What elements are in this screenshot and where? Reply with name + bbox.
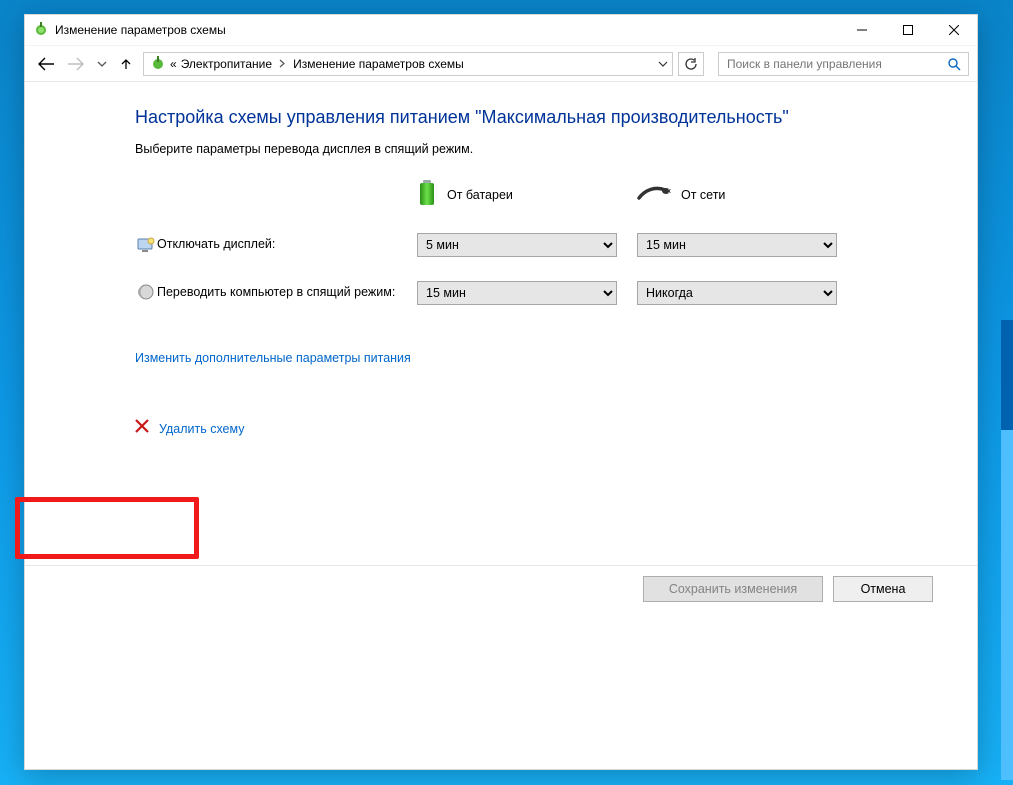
up-button[interactable] [119,57,133,71]
control-panel-window: Изменение параметров схемы [24,14,978,770]
battery-icon [417,180,437,209]
search-input[interactable] [719,57,940,71]
close-button[interactable] [931,15,977,45]
row-display-off-label: Отключать дисплей: [157,233,417,251]
breadcrumb-item-edit-plan[interactable]: Изменение параметров схемы [293,57,464,71]
recent-locations-button[interactable] [97,59,107,69]
page-heading: Настройка схемы управления питанием "Мак… [135,107,933,128]
search-box[interactable] [718,52,969,76]
page-subheading: Выберите параметры перевода дисплея в сп… [135,142,933,156]
save-button[interactable]: Сохранить изменения [643,576,823,602]
display-off-battery-select[interactable]: 5 мин [417,233,617,257]
address-bar[interactable]: « Электропитание Изменение параметров сх… [143,52,673,76]
forward-button[interactable] [67,57,85,71]
refresh-button[interactable] [678,52,704,76]
delete-icon [135,419,149,438]
moon-icon [135,281,157,300]
col-battery-label: От батареи [447,188,513,202]
minimize-button[interactable] [839,15,885,45]
monitor-icon [135,233,157,254]
row-sleep-label: Переводить компьютер в спящий режим: [157,281,417,299]
breadcrumb-item-power[interactable]: Электропитание [181,57,272,71]
navbar: « Электропитание Изменение параметров сх… [25,45,977,81]
chevron-right-icon[interactable] [279,57,286,71]
advanced-settings-link[interactable]: Изменить дополнительные параметры питани… [135,351,411,365]
titlebar: Изменение параметров схемы [25,15,977,45]
cancel-button[interactable]: Отмена [833,576,933,602]
search-icon[interactable] [940,57,968,71]
app-icon [33,20,49,41]
sleep-battery-select[interactable]: 15 мин [417,281,617,305]
annotation-highlight [15,497,199,559]
breadcrumb-prefix: « [170,57,177,71]
sleep-plugged-select[interactable]: Никогда [637,281,837,305]
plug-icon [637,184,671,205]
maximize-button[interactable] [885,15,931,45]
address-icon [150,54,166,73]
col-plugged-label: От сети [681,188,725,202]
display-off-plugged-select[interactable]: 15 мин [637,233,837,257]
back-button[interactable] [37,57,55,71]
address-dropdown-button[interactable] [652,59,672,69]
window-title: Изменение параметров схемы [55,23,226,37]
delete-plan-link[interactable]: Удалить схему [159,422,245,436]
